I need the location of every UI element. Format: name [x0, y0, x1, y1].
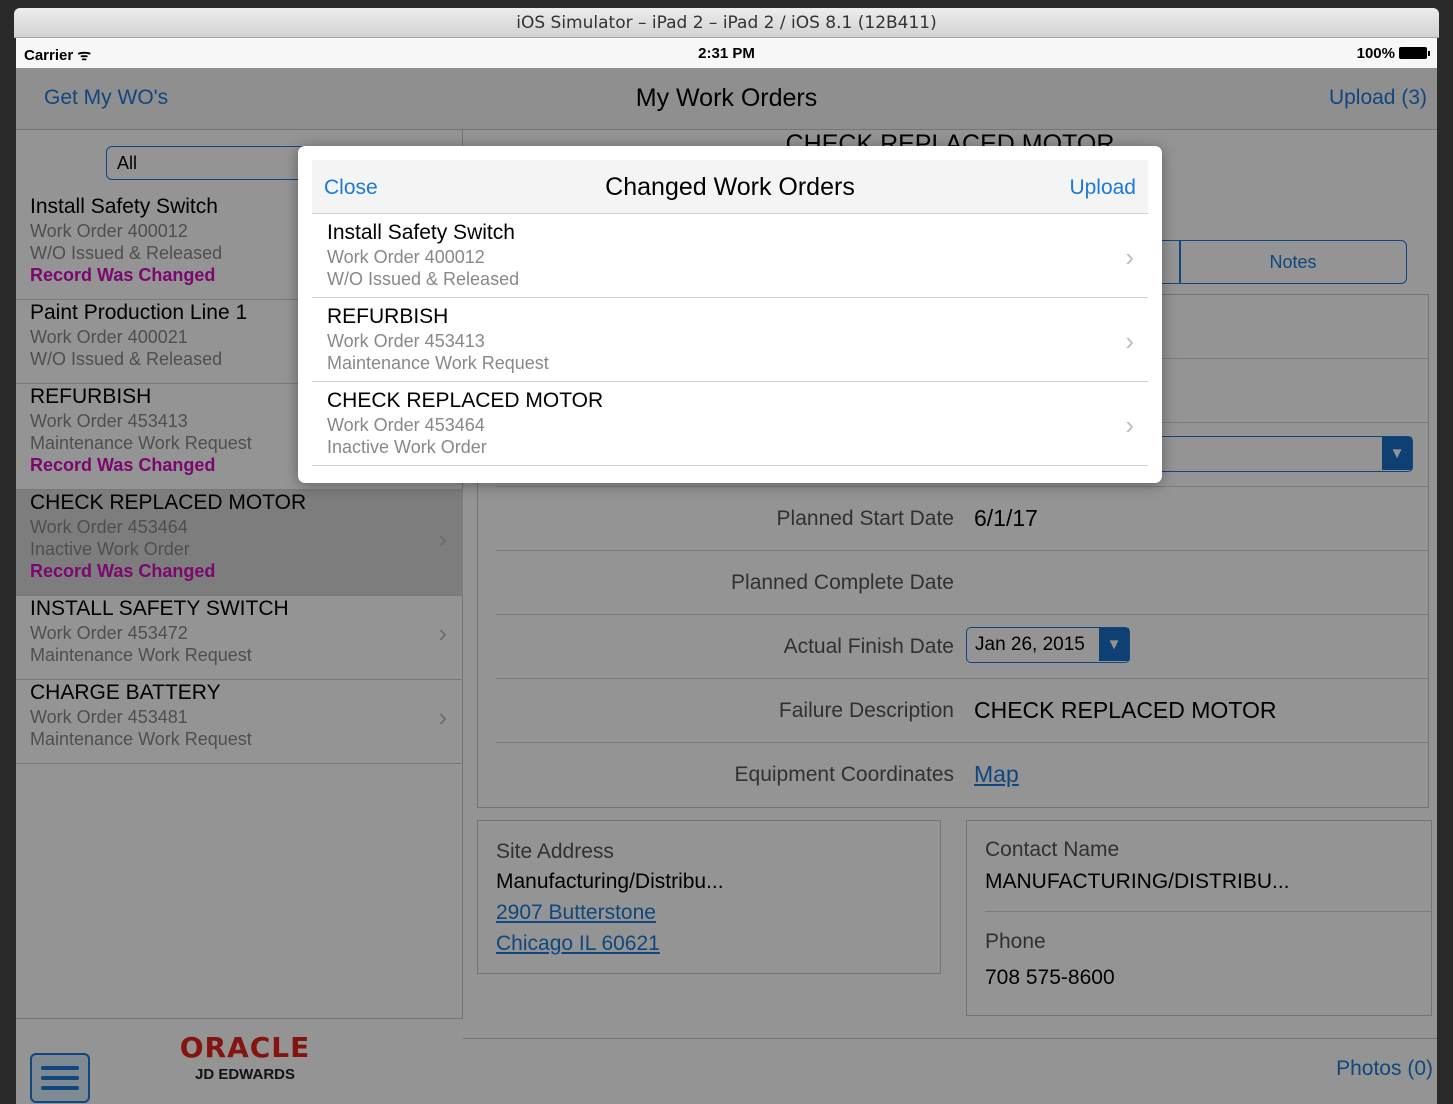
- wo-number: Work Order 400012: [327, 247, 485, 267]
- wo-number: Work Order 453413: [327, 331, 485, 351]
- wo-title: REFURBISH: [327, 305, 449, 328]
- modal-header: Close Changed Work Orders Upload: [312, 160, 1148, 214]
- modal-title: Changed Work Orders: [605, 173, 855, 201]
- list-item[interactable]: Install Safety Switch Work Order 400012 …: [312, 214, 1148, 298]
- simulator-window: iOS Simulator – iPad 2 – iPad 2 / iOS 8.…: [0, 0, 1453, 1104]
- battery-percent: 100%: [1356, 45, 1395, 62]
- chevron-right-icon: ›: [1125, 410, 1134, 440]
- window-title: iOS Simulator – iPad 2 – iPad 2 / iOS 8.…: [14, 8, 1439, 38]
- list-item[interactable]: REFURBISH Work Order 453413 Maintenance …: [312, 298, 1148, 382]
- wo-number: Work Order 453464: [327, 415, 485, 435]
- status-bar: Carrier ᯤ 2:31 PM 100%: [16, 38, 1437, 68]
- ipad-screen: Carrier ᯤ 2:31 PM 100% Get My WO's My Wo…: [16, 38, 1437, 1104]
- wo-status: Maintenance Work Request: [327, 353, 549, 373]
- wo-status: Inactive Work Order: [327, 437, 487, 457]
- status-time: 2:31 PM: [698, 45, 755, 62]
- upload-button[interactable]: Upload: [1069, 176, 1136, 200]
- battery-indicator: 100%: [1356, 45, 1430, 62]
- battery-icon: [1399, 47, 1430, 59]
- wo-status: W/O Issued & Released: [327, 269, 520, 289]
- list-item[interactable]: CHECK REPLACED MOTOR Work Order 453464 I…: [312, 382, 1148, 466]
- chevron-right-icon: ›: [1125, 242, 1134, 272]
- chevron-right-icon: ›: [1125, 326, 1134, 356]
- changed-work-orders-modal: Close Changed Work Orders Upload Install…: [298, 146, 1162, 483]
- wo-title: Install Safety Switch: [327, 221, 515, 244]
- wo-title: CHECK REPLACED MOTOR: [327, 389, 604, 412]
